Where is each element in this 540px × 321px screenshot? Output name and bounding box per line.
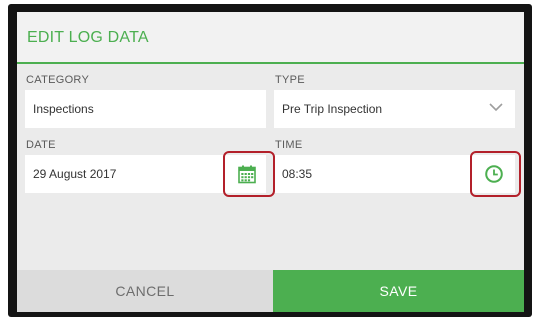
time-value: 08:35 xyxy=(282,167,313,181)
dialog-title: EDIT LOG DATA xyxy=(27,29,149,46)
date-value: 29 August 2017 xyxy=(33,167,117,181)
calendar-highlight xyxy=(223,151,275,197)
category-value: Inspections xyxy=(33,102,94,116)
time-label: TIME xyxy=(275,139,303,151)
category-label: CATEGORY xyxy=(26,74,90,86)
chevron-down-icon[interactable] xyxy=(489,102,503,112)
date-label: DATE xyxy=(26,139,56,151)
cancel-button[interactable]: CANCEL xyxy=(17,270,273,312)
save-button[interactable]: SAVE xyxy=(273,270,524,312)
type-label: TYPE xyxy=(275,74,305,86)
clock-highlight xyxy=(470,151,521,197)
edit-log-dialog: EDIT LOG DATA CATEGORY Inspections TYPE … xyxy=(17,12,524,312)
type-value: Pre Trip Inspection xyxy=(282,102,383,116)
category-field[interactable]: Inspections xyxy=(25,90,266,128)
dialog-header: EDIT LOG DATA xyxy=(17,12,524,64)
type-select[interactable]: Pre Trip Inspection xyxy=(274,90,515,128)
